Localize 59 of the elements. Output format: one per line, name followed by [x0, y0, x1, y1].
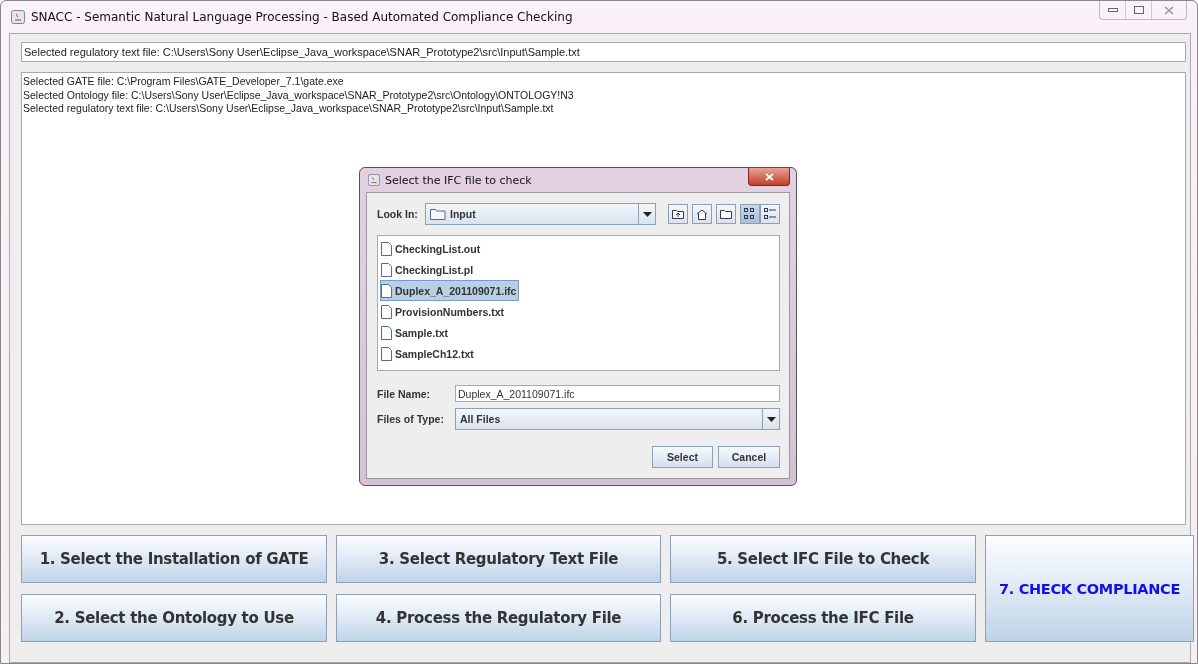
list-view-icon	[744, 208, 756, 220]
step-button[interactable]: 2. Select the Ontology to Use	[21, 594, 327, 642]
dialog-close-button[interactable]	[748, 168, 790, 186]
file-item[interactable]: SampleCh12.txt	[380, 343, 477, 364]
caret-icon	[766, 416, 776, 422]
close-icon	[1164, 5, 1174, 15]
dialog-button[interactable]: Cancel	[718, 446, 780, 468]
file-item[interactable]: CheckingList.out	[380, 238, 484, 259]
file-type-label: Files of Type:	[377, 413, 445, 425]
app-icon	[368, 174, 380, 186]
look-in-dropdown[interactable]: Input	[425, 203, 656, 225]
file-name: ProvisionNumbers.txt	[395, 305, 505, 318]
file-name-field[interactable]: Duplex_A_201109071.ifc	[455, 385, 780, 402]
file-icon	[381, 262, 392, 277]
file-type-dropdown[interactable]: All Files	[455, 408, 780, 430]
step-button[interactable]: 3. Select Regulatory Text File	[336, 535, 661, 583]
log-line: Selected Ontology file: C:\Users\Sony User\Eclipse_Java_workspace\SNAR_Prototype2\src\Ontology\ONTOLOGY!N3	[23, 88, 575, 102]
app-icon	[11, 10, 25, 24]
file-item[interactable]: ProvisionNumbers.txt	[380, 301, 508, 322]
view-toggle[interactable]	[740, 204, 760, 224]
path-field[interactable]: Selected regulatory text file: C:\Users\Sony User\Eclipse_Java_workspace\SNAR_Prototype2\src\Input\Sample.txt	[21, 42, 1186, 62]
file-name: Duplex_A_201109071.ifc	[395, 284, 517, 297]
file-icon	[381, 283, 392, 298]
log-line: Selected GATE file: C:\Program Files\GATE_Developer_7.1\gate.exe	[23, 75, 345, 89]
file-name: CheckingList.pl	[395, 263, 474, 276]
details-view-icon	[764, 208, 776, 220]
folder-up-icon	[672, 209, 684, 219]
dialog-button[interactable]: Select	[652, 446, 713, 468]
folder-icon	[720, 209, 732, 219]
up-folder-button[interactable]	[668, 204, 688, 224]
caret-icon	[642, 211, 652, 217]
home-icon	[696, 208, 708, 220]
look-in-label: Look In:	[377, 208, 419, 220]
log-line: Selected regulatory text file: C:\Users\Sony User\Eclipse_Java_workspace\SNAR_Prototype2\src\Input\Sample.txt	[23, 102, 555, 116]
window-title: SNACC - Semantic Natural Language Processing - Based Automated Compliance Checking	[31, 10, 573, 24]
file-item[interactable]: CheckingList.pl	[380, 259, 477, 280]
step-button[interactable]: 5. Select IFC File to Check	[670, 535, 976, 583]
file-name: SampleCh12.txt	[395, 347, 474, 360]
file-name-label: File Name:	[377, 387, 432, 400]
dialog-title: Select the IFC file to check	[385, 173, 532, 187]
close-icon	[764, 172, 774, 181]
file-item[interactable]: Sample.txt	[380, 322, 452, 343]
file-icon	[381, 325, 392, 340]
home-button[interactable]	[692, 204, 712, 224]
step-button[interactable]: 6. Process the IFC File	[670, 594, 976, 642]
file-icon	[381, 241, 392, 256]
minimize-icon	[1107, 8, 1118, 12]
file-icon	[381, 346, 392, 361]
file-item[interactable]: Duplex_A_201109071.ifc	[380, 280, 520, 301]
check-compliance-button[interactable]: 7. CHECK COMPLIANCE	[985, 535, 1194, 642]
folder-icon	[430, 208, 446, 220]
step-button[interactable]: 1. Select the Installation of GATE	[21, 535, 327, 583]
step-button[interactable]: 4. Process the Regulatory File	[336, 594, 661, 642]
file-name: Sample.txt	[395, 326, 449, 339]
file-name: CheckingList.out	[395, 242, 481, 255]
file-icon	[381, 304, 392, 319]
new-folder-button[interactable]	[716, 204, 736, 224]
view-toggle[interactable]	[760, 204, 780, 224]
maximize-icon	[1133, 6, 1144, 14]
